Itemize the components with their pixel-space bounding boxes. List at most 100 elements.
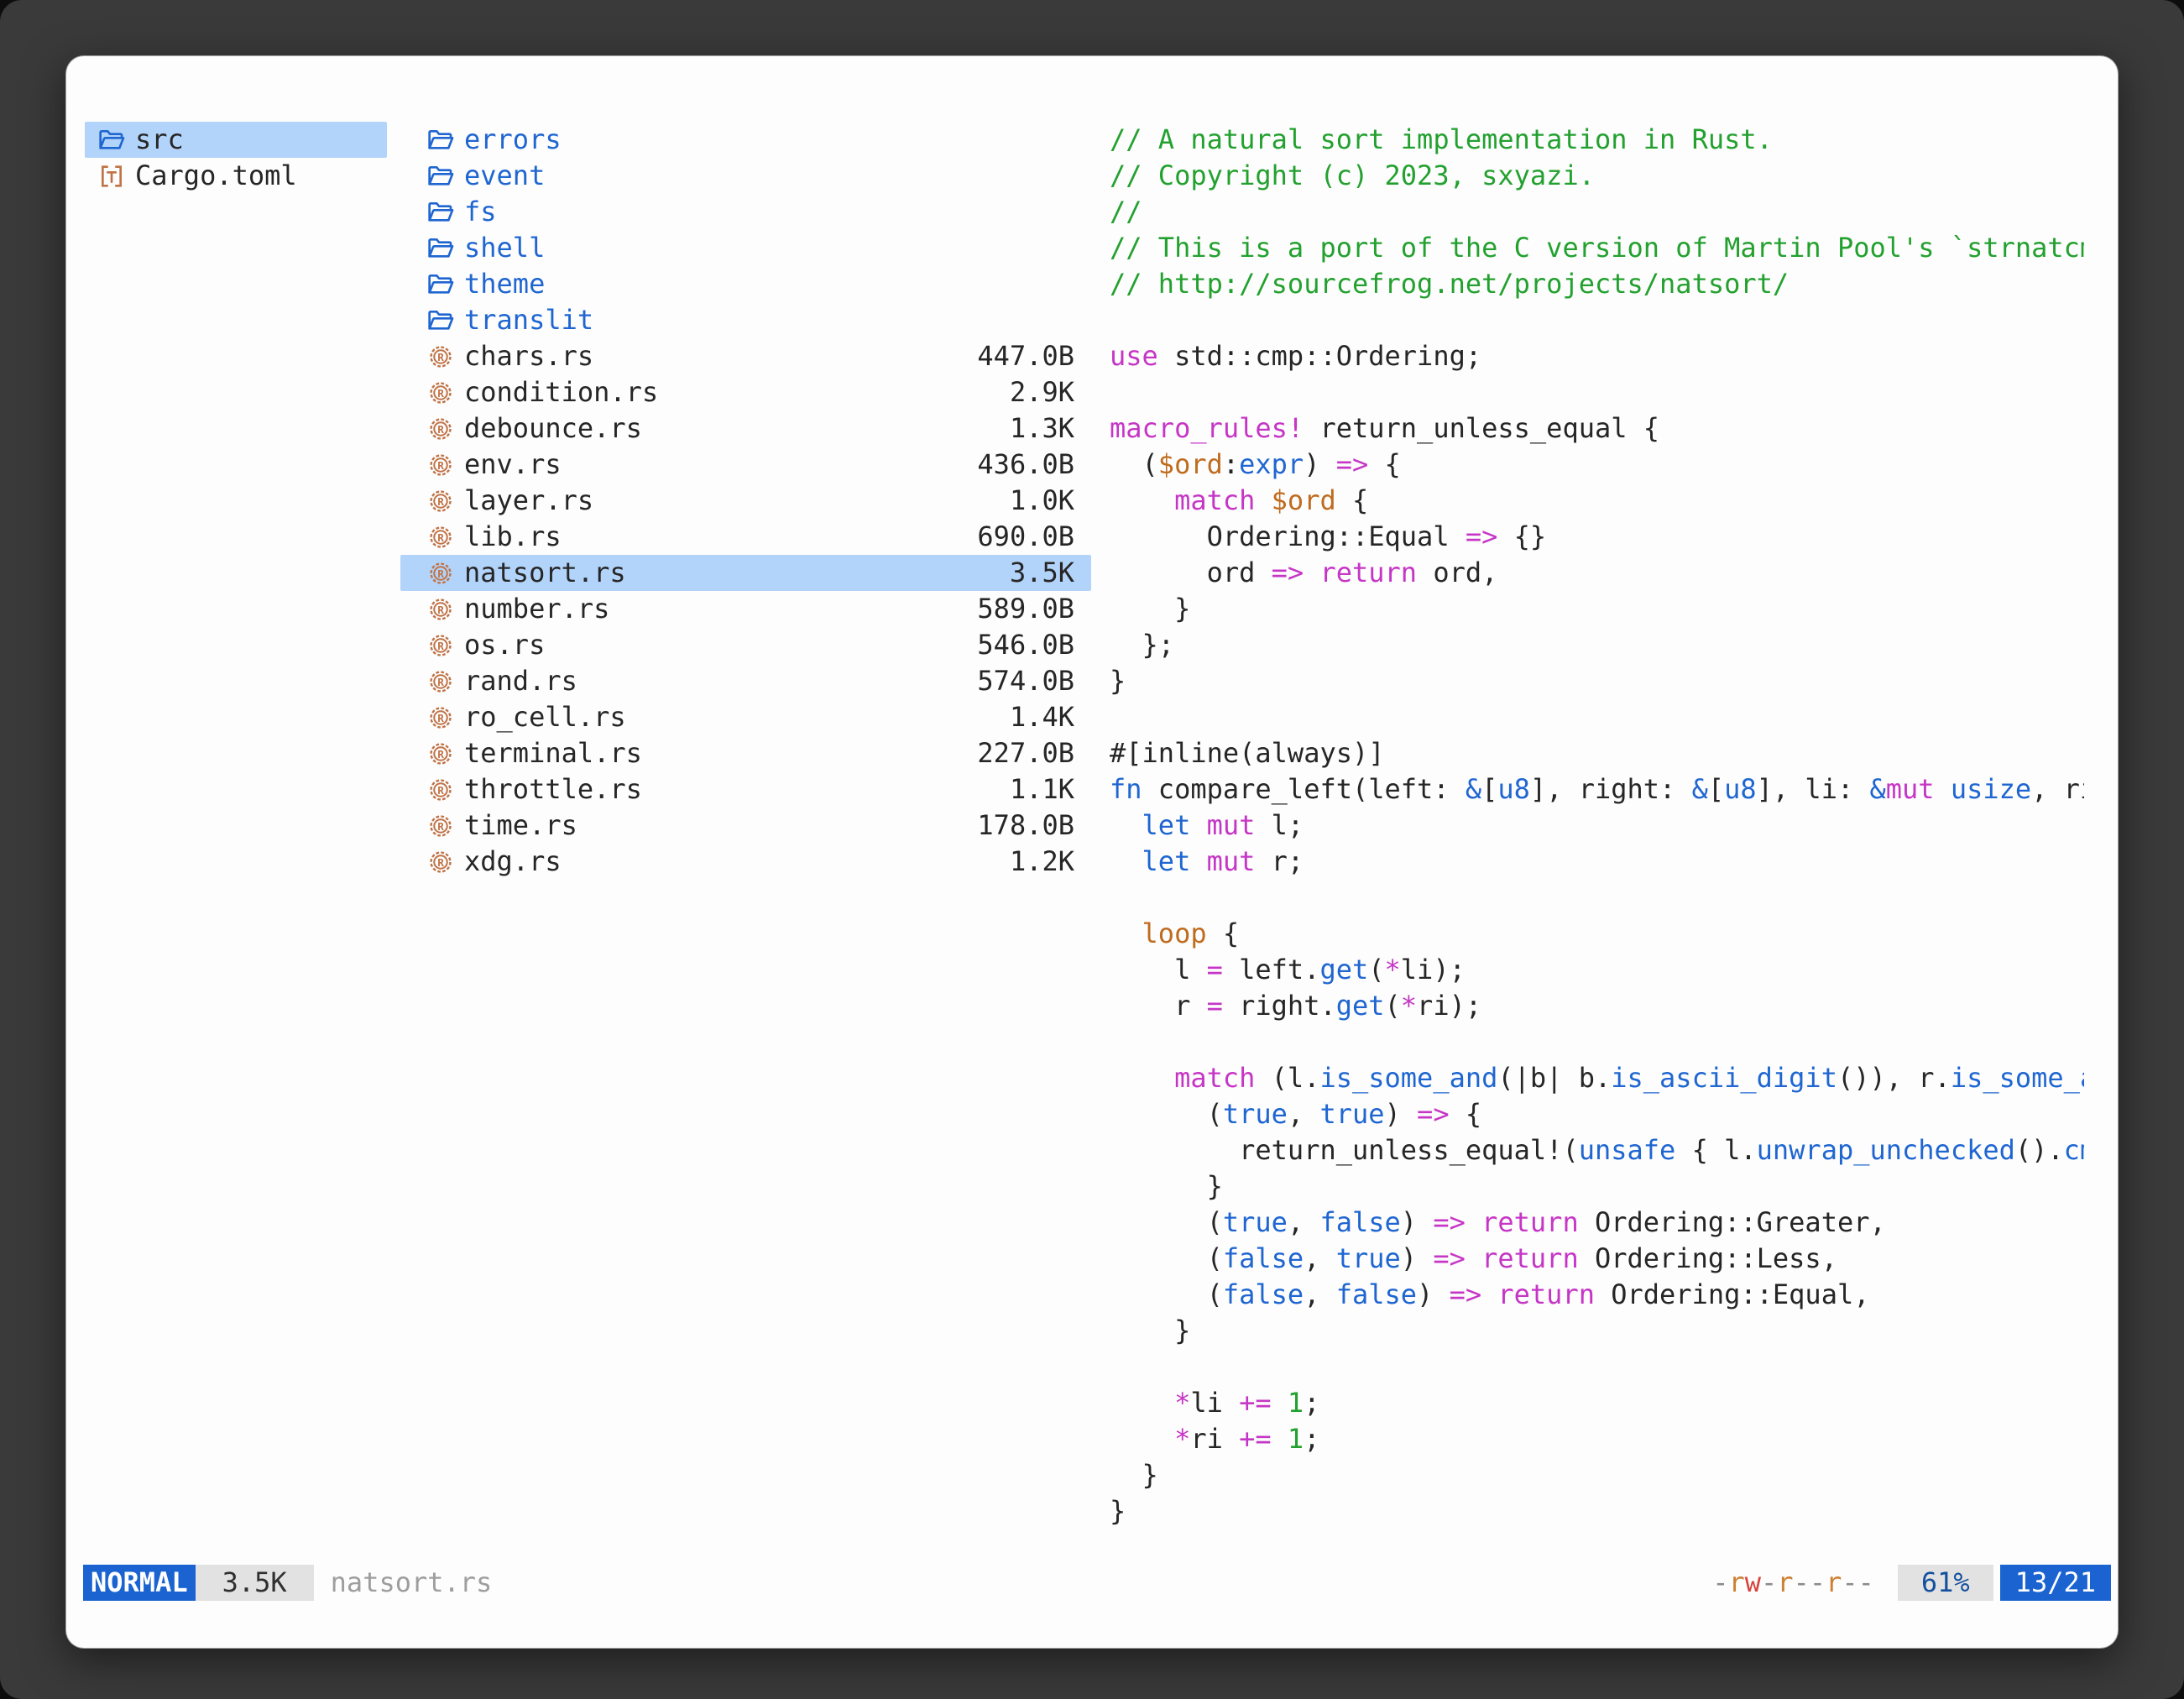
file-size: 690.0B [960,519,1074,555]
file-row-lib.rs[interactable]: Rlib.rs 690.0B [400,519,1091,555]
code-line: } [1110,1168,2084,1205]
file-size: 1.2K [993,844,1074,880]
toml-icon [98,163,125,190]
file-name: translit [464,302,593,338]
file-name: throttle.rs [464,771,642,808]
rust-icon: R [427,849,454,876]
code-line: Ordering::Equal => {} [1110,519,2084,555]
code-line: macro_rules! return_unless_equal { [1110,410,2084,447]
code-line [1110,880,2084,916]
file-size: 3.5K [993,555,1074,591]
code-line: fn compare_left(left: &[u8], right: &[u8… [1110,771,2084,808]
status-bar-right: -rw-r--r-- 61% 13/21 [1712,1565,2111,1601]
rust-icon: R [427,632,454,659]
file-row-os.rs[interactable]: Ros.rs546.0B [400,627,1091,663]
file-size: 574.0B [960,663,1074,699]
file-row-Cargo.toml[interactable]: Cargo.toml [85,158,387,194]
file-preview-pane: // A natural sort implementation in Rust… [1110,122,2084,1555]
file-name: theme [464,266,545,302]
svg-text:R: R [437,351,444,363]
file-row-shell[interactable]: shell [400,230,1091,266]
code-line: // Copyright (c) 2023, sxyazi. [1110,158,2084,194]
code-line: } [1110,1313,2084,1349]
file-row-event[interactable]: event [400,158,1091,194]
code-line: // A natural sort implementation in Rust… [1110,122,2084,158]
code-line [1110,699,2084,735]
svg-text:R: R [437,640,444,652]
code-line [1110,1024,2084,1060]
file-name: os.rs [464,627,545,663]
file-name: layer.rs [464,483,593,519]
rust-icon: R [427,596,454,623]
file-row-xdg.rs[interactable]: Rxdg.rs1.2K [400,844,1091,880]
file-size: 589.0B [960,591,1074,627]
file-row-translit[interactable]: translit [400,302,1091,338]
code-line: ord => return ord, [1110,555,2084,591]
rust-icon: R [427,740,454,767]
svg-text:R: R [437,495,444,508]
rust-icon: R [427,488,454,515]
current-directory-pane[interactable]: errorseventfsshellthemetranslitRchars.rs… [400,122,1091,1522]
file-name: event [464,158,545,194]
file-row-rand.rs[interactable]: Rrand.rs574.0B [400,663,1091,699]
file-row-theme[interactable]: theme [400,266,1091,302]
file-row-src[interactable]: src [85,122,387,158]
file-size: 1.3K [993,410,1074,447]
code-line: #[inline(always)] [1110,735,2084,771]
rust-icon: R [427,776,454,803]
file-row-throttle.rs[interactable]: Rthrottle.rs1.1K [400,771,1091,808]
file-row-debounce.rs[interactable]: Rdebounce.rs1.3K [400,410,1091,447]
file-name: Cargo.toml [135,158,297,194]
file-row-layer.rs[interactable]: Rlayer.rs1.0K [400,483,1091,519]
svg-text:R: R [437,676,444,688]
file-name: number.rs [464,591,609,627]
file-row-natsort.rs[interactable]: Rnatsort.rs 3.5K [400,555,1091,591]
file-row-time.rs[interactable]: Rtime.rs178.0B [400,808,1091,844]
rust-icon: R [427,416,454,442]
file-name: natsort.rs [464,555,626,591]
code-line: (true, true) => { [1110,1096,2084,1132]
code-line: } [1110,1493,2084,1529]
code-line: *li += 1; [1110,1385,2084,1421]
file-row-errors[interactable]: errors [400,122,1091,158]
file-name: terminal.rs [464,735,642,771]
yazi-file-manager-window: srcCargo.toml errorseventfsshellthemetra… [65,55,2119,1649]
code-line: l = left.get(*li); [1110,952,2084,988]
file-row-terminal.rs[interactable]: Rterminal.rs 227.0B [400,735,1091,771]
svg-text:R: R [437,784,444,797]
file-size: 227.0B [960,735,1074,771]
svg-text:R: R [437,856,444,869]
svg-text:R: R [437,459,444,472]
code-line: (false, true) => return Ordering::Less, [1110,1241,2084,1277]
file-row-number.rs[interactable]: Rnumber.rs 589.0B [400,591,1091,627]
code-line: ($ord:expr) => { [1110,447,2084,483]
file-size: 1.4K [993,699,1074,735]
rust-icon: R [427,560,454,587]
rust-icon: R [427,379,454,406]
code-line: (false, false) => return Ordering::Equal… [1110,1277,2084,1313]
file-row-env.rs[interactable]: Renv.rs436.0B [400,447,1091,483]
svg-text:R: R [437,820,444,833]
code-line: let mut r; [1110,844,2084,880]
file-name: errors [464,122,562,158]
file-row-ro_cell.rs[interactable]: Rro_cell.rs1.4K [400,699,1091,735]
file-row-chars.rs[interactable]: Rchars.rs447.0B [400,338,1091,374]
code-line: *ri += 1; [1110,1421,2084,1457]
svg-text:R: R [437,531,444,544]
rust-icon: R [427,452,454,478]
file-row-fs[interactable]: fs [400,194,1091,230]
parent-directory-pane[interactable]: srcCargo.toml [85,122,387,1522]
file-row-condition.rs[interactable]: Rcondition.rs2.9K [400,374,1091,410]
mode-badge: NORMAL [83,1565,196,1601]
rust-icon: R [427,813,454,839]
status-bar-left: NORMAL 3.5K natsort.rs [83,1565,492,1601]
file-name: lib.rs [464,519,562,555]
file-name: env.rs [464,447,562,483]
code-line: }; [1110,627,2084,663]
code-line: } [1110,1457,2084,1493]
cursor-position-badge: 13/21 [2000,1565,2111,1601]
file-name: shell [464,230,545,266]
code-line: return_unless_equal!(unsafe { l.unwrap_u… [1110,1132,2084,1168]
code-line: // This is a port of the C version of Ma… [1110,230,2084,266]
code-line: match (l.is_some_and(|b| b.is_ascii_digi… [1110,1060,2084,1096]
